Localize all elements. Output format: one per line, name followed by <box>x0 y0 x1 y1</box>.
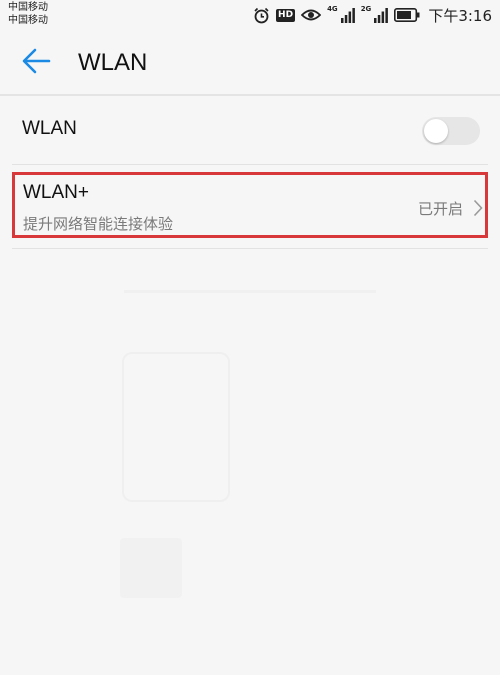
alarm-icon <box>253 7 270 24</box>
status-icons: HD 4G 2G 下午3:16 <box>253 4 492 26</box>
wlan-toggle-switch[interactable] <box>422 117 480 145</box>
wlan-label: WLAN <box>22 118 77 139</box>
eye-comfort-icon <box>301 8 322 22</box>
page-title: WLAN <box>78 49 148 76</box>
divider <box>12 164 488 165</box>
carrier-1: 中国移动 <box>8 2 48 13</box>
wlan-plus-row[interactable]: WLAN+ 提升网络智能连接体验 已开启 <box>12 172 488 238</box>
wlan-toggle-row[interactable]: WLAN <box>0 98 500 164</box>
clock: 下午3:16 <box>428 6 492 25</box>
chevron-right-icon <box>473 199 483 221</box>
back-button[interactable] <box>18 48 54 78</box>
app-bar: WLAN <box>0 30 500 96</box>
wlan-plus-status: 已开启 <box>417 200 463 218</box>
signal-icon <box>340 7 355 23</box>
wlan-plus-title: WLAN+ <box>23 182 89 203</box>
divider <box>12 248 488 249</box>
background-ghost <box>124 290 376 293</box>
background-ghost <box>120 538 182 598</box>
sim1-network-label: 4G <box>327 5 338 13</box>
wlan-plus-subtitle: 提升网络智能连接体验 <box>23 215 174 233</box>
carrier-2: 中国移动 <box>8 15 48 26</box>
carrier-info: 中国移动 中国移动 <box>8 1 48 27</box>
sim2-network-label: 2G <box>360 5 372 13</box>
status-bar: 中国移动 中国移动 HD 4G 2G 下午3:16 <box>0 0 500 30</box>
hd-voice-badge: HD <box>276 8 296 22</box>
arrow-left-icon <box>21 48 51 78</box>
battery-icon <box>394 8 420 22</box>
signal-icon-sim2 <box>374 7 389 23</box>
toggle-knob <box>424 119 448 143</box>
background-ghost <box>122 352 230 502</box>
